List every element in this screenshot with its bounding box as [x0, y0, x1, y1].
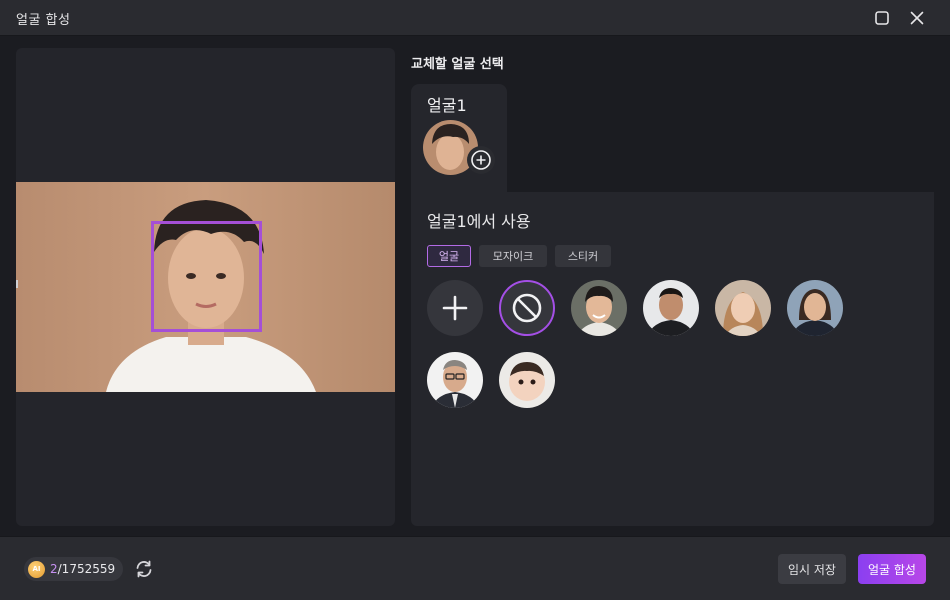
face-option-6[interactable]: [499, 352, 555, 408]
panel-heading: 얼굴1에서 사용: [427, 212, 531, 231]
close-icon: [910, 11, 924, 25]
chip-sticker[interactable]: 스티커: [555, 245, 611, 267]
footer-bar: AI 2 /1752559 임시 저장 얼굴 합성: [0, 536, 950, 600]
face-option-2[interactable]: [643, 280, 699, 336]
close-button[interactable]: [906, 7, 928, 29]
add-custom-face-button[interactable]: [427, 280, 483, 336]
maximize-icon: [875, 11, 889, 25]
no-replacement-option[interactable]: [499, 280, 555, 336]
refresh-button[interactable]: [132, 557, 156, 581]
credits-total: /1752559: [57, 562, 116, 576]
credit-counter: AI 2 /1752559: [24, 557, 123, 581]
face-option-1[interactable]: [571, 280, 627, 336]
face-option-3[interactable]: [715, 280, 771, 336]
face-tab-label: 얼굴1: [427, 96, 467, 115]
chip-mosaic[interactable]: 모자이크: [479, 245, 547, 267]
credits-used: 2: [50, 562, 58, 576]
chip-face[interactable]: 얼굴: [427, 245, 471, 267]
plus-icon: [442, 295, 468, 321]
window-title: 얼굴 합성: [16, 13, 71, 28]
face-options-panel: 얼굴1에서 사용 얼굴 모자이크 스티커: [411, 192, 934, 526]
ai-coin-icon: AI: [28, 560, 45, 578]
refresh-icon: [136, 560, 152, 578]
temp-save-button[interactable]: 임시 저장: [778, 554, 846, 584]
title-bar: 얼굴 합성: [0, 0, 950, 36]
select-face-heading: 교체할 얼굴 선택: [411, 57, 504, 72]
prohibited-icon: [512, 293, 542, 323]
synthesize-button[interactable]: 얼굴 합성: [858, 554, 926, 584]
face-option-4[interactable]: [787, 280, 843, 336]
face-option-5[interactable]: [427, 352, 483, 408]
maximize-button[interactable]: [871, 7, 893, 29]
add-face-button[interactable]: [467, 146, 495, 174]
preview-panel: [16, 48, 395, 526]
plus-circle-icon: [471, 150, 491, 170]
face-detection-box[interactable]: [151, 221, 262, 332]
collapse-handle[interactable]: [16, 280, 18, 288]
tab-face-1[interactable]: 얼굴1: [411, 84, 507, 194]
